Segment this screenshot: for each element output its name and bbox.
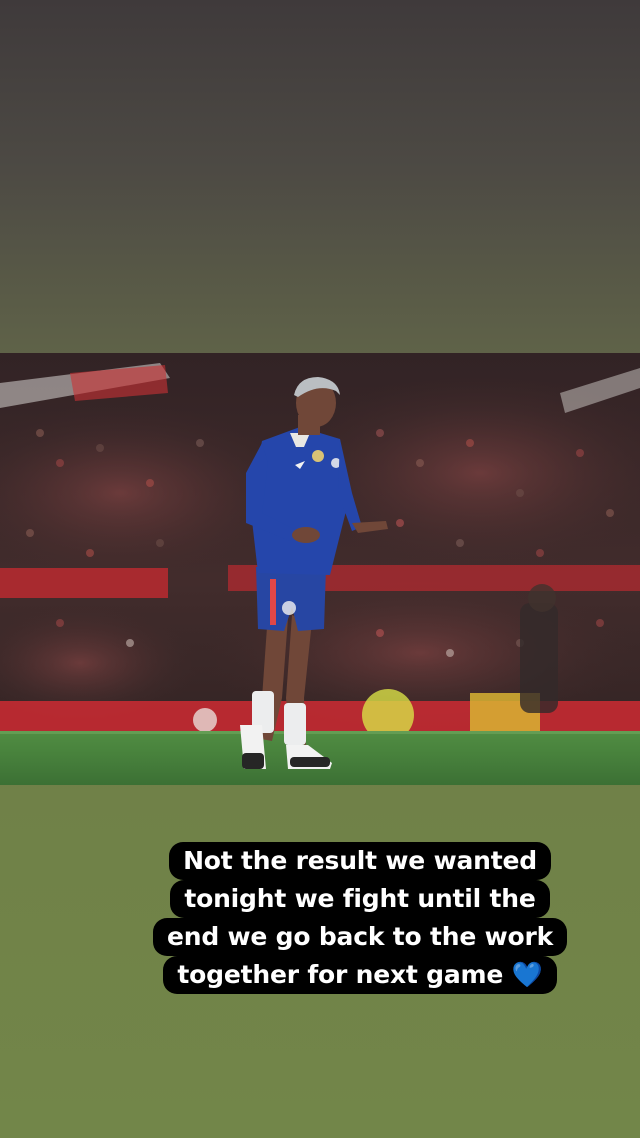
story-photo	[0, 353, 640, 785]
blue-heart-icon: 💙	[511, 960, 543, 989]
caption-line-4: together for next game 💙	[163, 956, 557, 994]
story-caption: Not the result we wanted tonight we figh…	[104, 842, 616, 994]
caption-line-2: tonight we fight until the	[170, 880, 550, 918]
caption-line-4-text: together for next game	[177, 960, 504, 989]
story-canvas: Not the result we wanted tonight we figh…	[0, 0, 640, 1138]
caption-line-3: end we go back to the work	[152, 918, 568, 956]
caption-line-1: Not the result we wanted	[169, 842, 551, 880]
